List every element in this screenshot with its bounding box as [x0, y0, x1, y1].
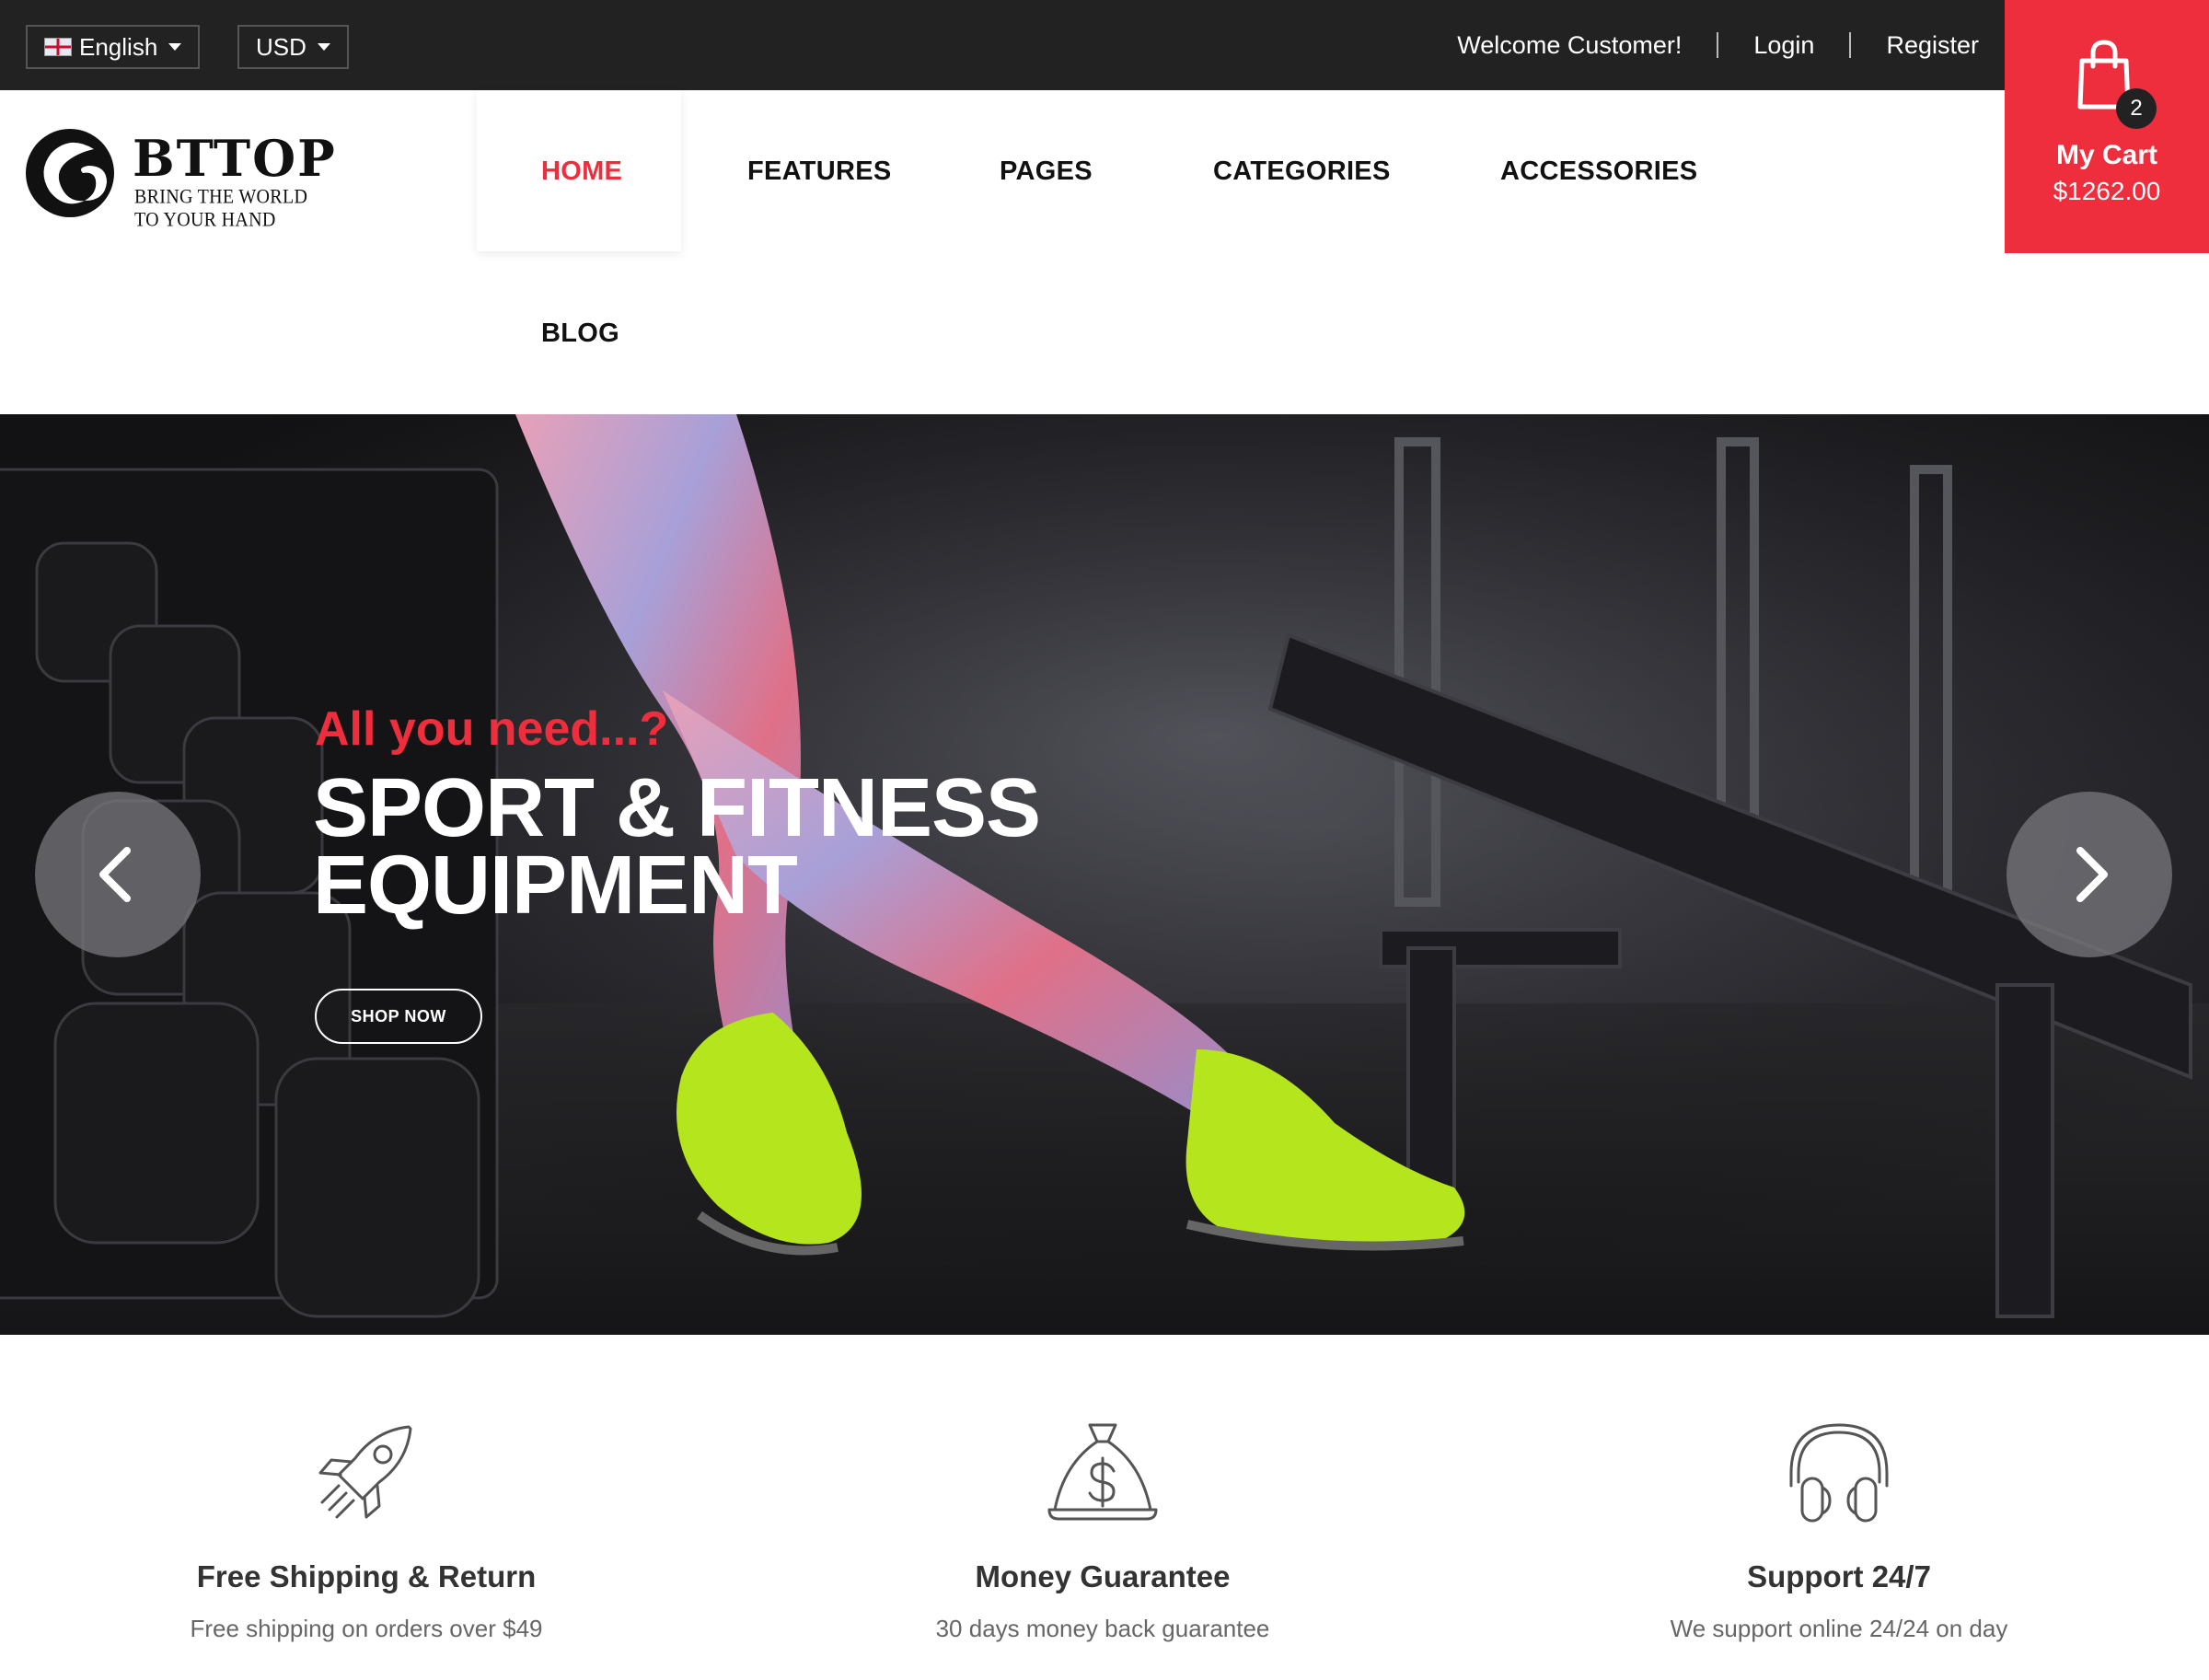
site-logo[interactable]: BTTOP BRING THE WORLD TO YOUR HAND: [24, 125, 337, 231]
uk-flag-icon: [44, 38, 72, 56]
nav-item-blog[interactable]: BLOG: [541, 319, 619, 349]
caret-down-icon: [168, 43, 182, 51]
feature-description: 30 days money back guarantee: [935, 1615, 1270, 1642]
chevron-right-icon: [2076, 847, 2108, 902]
hero-subtitle: All you need...?: [315, 702, 669, 756]
shop-now-button[interactable]: SHOP NOW: [315, 989, 482, 1044]
slider-prev-button[interactable]: [35, 792, 201, 957]
logo-tagline: BRING THE WORLD TO YOUR HAND: [134, 185, 308, 232]
headphones-icon: [1789, 1423, 1889, 1523]
rocket-icon: [318, 1425, 412, 1519]
feature-support: Support 24/7 We support online 24/24 on …: [1563, 1418, 2115, 1643]
feature-free-shipping: Free Shipping & Return Free shipping on …: [90, 1418, 642, 1643]
currency-selector[interactable]: USD: [237, 25, 349, 69]
currency-label: USD: [256, 32, 306, 61]
nav-item-categories[interactable]: CATEGORIES: [1213, 156, 1391, 187]
cart-total: $1262.00: [2053, 177, 2161, 205]
cart-title: My Cart: [2055, 140, 2158, 170]
feature-money-guarantee: Money Guarantee 30 days money back guara…: [827, 1418, 1379, 1643]
cart-button[interactable]: 2 My Cart $1262.00: [2005, 0, 2209, 253]
feature-title: Support 24/7: [1747, 1559, 1931, 1593]
divider: [1849, 32, 1852, 58]
language-selector[interactable]: English: [26, 25, 201, 69]
feature-description: Free shipping on orders over $49: [190, 1615, 543, 1642]
nav-item-home[interactable]: HOME: [541, 156, 622, 187]
nav-item-features[interactable]: FEATURES: [747, 156, 892, 187]
logo-name: BTTOP: [133, 129, 337, 188]
welcome-text: Welcome Customer!: [1457, 30, 1683, 59]
divider: [1717, 32, 1719, 58]
top-bar: English USD Welcome Customer! Login Regi…: [0, 0, 2209, 90]
money-bag-icon: [1047, 1423, 1158, 1521]
hero-slider: All you need...? SPORT & FITNESS EQUIPME…: [0, 414, 2209, 1335]
hero-title: SPORT & FITNESS EQUIPMENT: [313, 762, 1041, 932]
feature-description: We support online 24/24 on day: [1670, 1615, 2008, 1642]
language-label: English: [79, 32, 158, 61]
hero-title-line-1: SPORT & FITNESS: [313, 762, 1041, 854]
feature-title: Free Shipping & Return: [196, 1559, 537, 1593]
logo-mark-icon: [26, 129, 114, 217]
feature-title: Money Guarantee: [975, 1559, 1231, 1593]
nav-item-accessories[interactable]: ACCESSORIES: [1500, 156, 1697, 187]
login-link[interactable]: Login: [1753, 31, 1814, 60]
caret-down-icon: [317, 43, 330, 51]
account-links: Welcome Customer! Login Register: [1457, 0, 1979, 90]
slider-next-button[interactable]: [2007, 792, 2172, 957]
chevron-left-icon: [99, 847, 131, 902]
hero-title-line-2: EQUIPMENT: [313, 840, 798, 932]
register-link[interactable]: Register: [1886, 31, 1979, 60]
cart-count-badge: 2: [2116, 88, 2157, 129]
nav-item-pages[interactable]: PAGES: [1000, 156, 1093, 187]
